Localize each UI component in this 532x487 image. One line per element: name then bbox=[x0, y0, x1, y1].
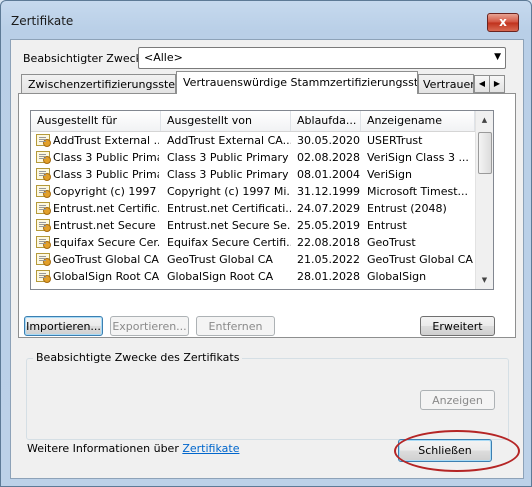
scrollbar-thumb[interactable] bbox=[478, 132, 492, 174]
list-scrollbar[interactable]: ▲ ▼ bbox=[475, 111, 493, 289]
list-cell: GeoTrust Global CA bbox=[167, 253, 273, 266]
list-cell: 31.12.1999 bbox=[297, 185, 360, 198]
more-info-prefix: Weitere Informationen über bbox=[27, 442, 183, 455]
list-cell: Copyright (c) 1997 Mi... bbox=[167, 185, 291, 198]
list-cell: Equifax Secure Cer... bbox=[53, 236, 159, 249]
list-cell: 08.01.2004 bbox=[297, 168, 360, 181]
list-item[interactable]: Class 3 Public Prima... Class 3 Public Pr… bbox=[31, 166, 475, 183]
list-cell: 22.08.2018 bbox=[297, 236, 360, 249]
tab-scroll-right-icon[interactable]: ▶ bbox=[489, 75, 505, 93]
list-cell: 25.05.2019 bbox=[297, 219, 360, 232]
list-cell: USERTrust bbox=[367, 134, 423, 147]
list-cell: GlobalSign Root CA bbox=[167, 270, 274, 283]
tab-trusted-root-label: Vertrauenswürdige Stammzertifizierungsst… bbox=[183, 76, 418, 89]
close-window-button[interactable]: x bbox=[487, 13, 519, 32]
dialog-client-area: Beabsichtigter Zweck: <Alle> ▼ Zwischenz… bbox=[10, 39, 524, 479]
more-info-text: Weitere Informationen über Zertifikate bbox=[27, 442, 239, 455]
export-button[interactable]: Exportieren... bbox=[110, 316, 189, 336]
list-cell: Entrust.net Secure ... bbox=[53, 219, 159, 232]
list-cell: 30.05.2020 bbox=[297, 134, 360, 147]
advanced-button[interactable]: Erweitert bbox=[420, 316, 495, 336]
list-cell: AddTrust External CA... bbox=[167, 134, 291, 147]
highlight-ellipse bbox=[394, 430, 520, 472]
list-cell: AddTrust External ... bbox=[53, 134, 159, 147]
list-cell: VeriSign Class 3 ... bbox=[367, 151, 469, 164]
list-cell: GeoTrust Global CA bbox=[367, 253, 473, 266]
tab-trusted-publishers[interactable]: Vertrauens bbox=[418, 74, 474, 93]
list-item[interactable]: Class 3 Public Prima... Class 3 Public Pr… bbox=[31, 149, 475, 166]
close-icon: x bbox=[499, 15, 507, 29]
list-cell: Equifax Secure Certifi... bbox=[167, 236, 291, 249]
column-friendly-name[interactable]: Anzeigename bbox=[361, 111, 475, 131]
chevron-down-icon: ▼ bbox=[494, 52, 501, 62]
tab-intermediate-label: Zwischenzertifizierungsstellen bbox=[28, 78, 176, 91]
list-header: Ausgestellt für Ausgestellt von Ablaufda… bbox=[31, 111, 475, 132]
certificates-dialog: Zertifikate x Beabsichtigter Zweck: <All… bbox=[0, 0, 532, 487]
tab-trusted-publishers-label: Vertrauens bbox=[423, 78, 473, 91]
list-cell: 28.01.2028 bbox=[297, 270, 360, 283]
column-issued-by[interactable]: Ausgestellt von bbox=[161, 111, 291, 131]
list-cell: Entrust.net Certific... bbox=[53, 202, 159, 215]
list-cell: 02.08.2028 bbox=[297, 151, 360, 164]
list-cell: Class 3 Public Prima... bbox=[53, 168, 159, 181]
list-cell: Class 3 Public Prima... bbox=[53, 151, 159, 164]
tab-intermediate[interactable]: Zwischenzertifizierungsstellen bbox=[21, 74, 176, 93]
certificate-icon bbox=[36, 236, 51, 249]
list-cell: GeoTrust Global CA bbox=[53, 253, 159, 266]
list-cell: 21.05.2022 bbox=[297, 253, 360, 266]
certificate-list[interactable]: Ausgestellt für Ausgestellt von Ablaufda… bbox=[30, 110, 494, 290]
list-cell: Copyright (c) 1997 ... bbox=[53, 185, 159, 198]
list-cell: Entrust (2048) bbox=[367, 202, 447, 215]
list-cell: Entrust.net Secure Se... bbox=[167, 219, 291, 232]
window-title: Zertifikate bbox=[11, 14, 74, 28]
import-button[interactable]: Importieren... bbox=[24, 316, 103, 336]
list-cell: Entrust.net Certificati... bbox=[167, 202, 291, 215]
certificate-icon bbox=[36, 253, 51, 266]
column-issued-to[interactable]: Ausgestellt für bbox=[31, 111, 161, 131]
certificate-icon bbox=[36, 202, 51, 215]
certificate-icon bbox=[36, 270, 51, 283]
certificate-icon bbox=[36, 151, 51, 164]
certificate-icon bbox=[36, 219, 51, 232]
list-cell: GlobalSign Root CA bbox=[53, 270, 159, 283]
list-item[interactable]: Entrust.net Certific... Entrust.net Certi… bbox=[31, 200, 475, 217]
purpose-dropdown[interactable]: <Alle> ▼ bbox=[138, 47, 506, 69]
tab-trusted-root[interactable]: Vertrauenswürdige Stammzertifizierungsst… bbox=[176, 71, 418, 94]
list-item[interactable]: Equifax Secure Cer... Equifax Secure Cert… bbox=[31, 234, 475, 251]
list-item[interactable]: AddTrust External ... AddTrust External C… bbox=[31, 132, 475, 149]
purpose-value: <Alle> bbox=[144, 51, 183, 64]
list-cell: Entrust bbox=[367, 219, 407, 232]
list-item[interactable]: Entrust.net Secure ... Entrust.net Secure… bbox=[31, 217, 475, 234]
list-item[interactable]: GlobalSign Root CA GlobalSign Root CA 28.0… bbox=[31, 268, 475, 285]
list-cell: Microsoft Timest... bbox=[367, 185, 469, 198]
list-item[interactable]: GeoTrust Global CA GeoTrust Global CA 21.0… bbox=[31, 251, 475, 268]
list-item[interactable]: Copyright (c) 1997 ... Copyright (c) 1997… bbox=[31, 183, 475, 200]
view-button[interactable]: Anzeigen bbox=[420, 390, 495, 410]
remove-button[interactable]: Entfernen bbox=[196, 316, 275, 336]
scroll-up-icon[interactable]: ▲ bbox=[477, 112, 492, 128]
purpose-label: Beabsichtigter Zweck: bbox=[23, 52, 146, 65]
purposes-group-label: Beabsichtigte Zwecke des Zertifikats bbox=[33, 351, 243, 364]
list-cell: VeriSign bbox=[367, 168, 413, 181]
certificate-icon bbox=[36, 134, 51, 147]
list-cell: Class 3 Public Primary ... bbox=[167, 151, 291, 164]
certificate-icon bbox=[36, 185, 51, 198]
list-cell: GeoTrust bbox=[367, 236, 416, 249]
column-expiration[interactable]: Ablaufda... bbox=[291, 111, 361, 131]
certificate-icon bbox=[36, 168, 51, 181]
list-cell: GlobalSign bbox=[367, 270, 427, 283]
certificates-link[interactable]: Zertifikate bbox=[182, 442, 239, 455]
scroll-down-icon[interactable]: ▼ bbox=[477, 272, 492, 288]
list-cell: 24.07.2029 bbox=[297, 202, 360, 215]
list-cell: Class 3 Public Primary ... bbox=[167, 168, 291, 181]
tab-scroll-left-icon[interactable]: ◀ bbox=[474, 75, 490, 93]
